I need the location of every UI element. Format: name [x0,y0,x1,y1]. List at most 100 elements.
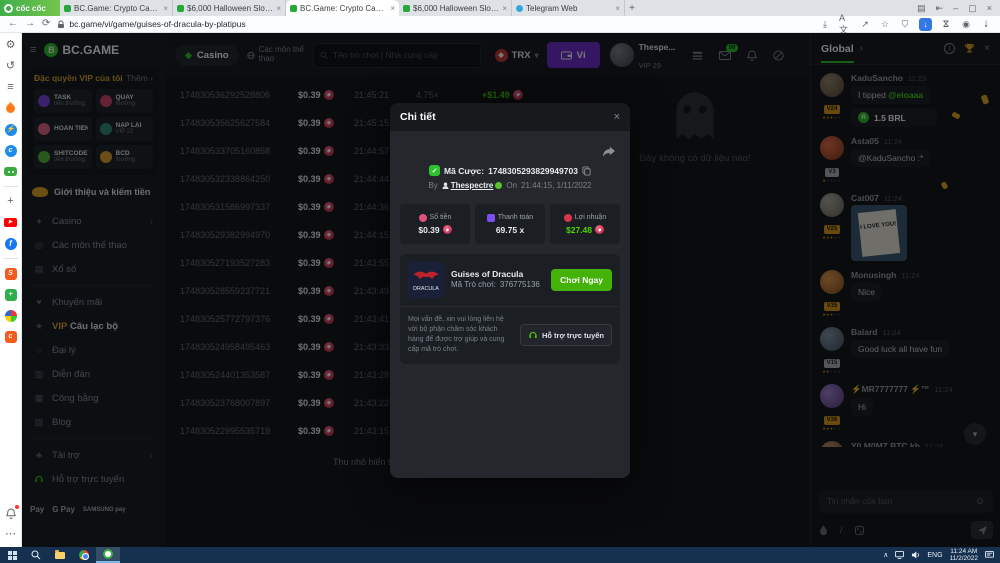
back-button[interactable]: ← [8,19,18,29]
svg-text:DRACULA: DRACULA [413,286,439,292]
file-explorer-button[interactable] [48,547,72,563]
history-icon[interactable]: ↺ [4,60,17,73]
system-tray: ∧ ENG 11:24 AM11/2/2022 [877,548,1000,563]
bet-id-value: 1748305293829949703 [488,166,578,176]
tab-telegram[interactable]: Telegram Web× [512,0,625,16]
windows-taskbar: ∧ ENG 11:24 AM11/2/2022 [0,547,1000,563]
facebook-icon[interactable]: f [4,237,17,250]
browser-side-strip: ⚙ ↺ ≡ ⚡ c + ▶ f S + c ⋯ [0,33,22,547]
modal-close-icon[interactable]: × [614,111,620,123]
screen: cốc cốc BC.Game: Crypto Casino Gan× $6,0… [0,0,1000,563]
taskbar-search-button[interactable] [24,547,48,563]
modal-header: Chi tiết × [390,103,630,131]
sidepanel-icon[interactable]: ▤ [917,3,926,14]
save-page-icon[interactable]: ⤓ [819,18,831,30]
modal-title: Chi tiết [400,111,436,123]
bcgame-favicon [177,5,184,12]
user-icon [442,182,449,189]
game-thumbnail[interactable]: DRACULA [408,262,444,298]
youtube-icon[interactable]: ▶ [4,216,17,229]
bcgame-page: ≡ BBC.GAME Đặc quyền VIP của tôiThêm › T… [22,33,1000,547]
hot-trends-icon[interactable] [4,102,17,115]
tray-expand-icon[interactable]: ∧ [883,551,888,559]
tab-halloween-2[interactable]: $6,000 Halloween Slot Battl× [399,0,512,16]
game-id: 376775136 [500,280,540,290]
tab-search-icon[interactable]: ⇤ [936,3,944,14]
reload-button[interactable]: ⟳ [42,19,50,29]
cart-icon[interactable]: c [4,330,17,343]
game-card: DRACULA Guises of Dracula Mã Trò chơi:37… [400,254,620,364]
bet-author-line: By Thespectre On 21:44:15, 1/11/2022 [390,181,630,190]
bet-stats: Số tiền $0.39◆ Thanh toán 69.75 x Lợi nh… [390,204,630,244]
shopee-icon[interactable]: S [4,267,17,280]
gift-icon[interactable]: + [4,288,17,301]
telegram-favicon [516,5,523,12]
tab-halloween-1[interactable]: $6,000 Halloween Slot Battle× [173,0,286,16]
maximize-button[interactable]: ▢ [968,3,977,14]
chrome-button[interactable] [72,547,96,563]
coccoc-logo-icon [4,4,13,13]
bcgame-favicon [403,5,410,12]
tab-close-icon[interactable]: × [615,4,620,13]
bookmark-star-icon[interactable]: ☆ [879,18,891,30]
bet-id-line: ✓ Mã Cược: 1748305293829949703 [390,165,630,176]
url-text: bc.game/vi/game/guises-of-dracula-by-pla… [69,19,245,29]
download-active-icon[interactable]: ↓ [919,18,932,31]
frog-emoji-icon [495,182,502,189]
share-bet-icon[interactable] [602,145,616,157]
feed-icon[interactable]: ≡ [4,81,17,94]
tray-display-icon[interactable] [895,551,904,559]
games-icon[interactable] [4,165,17,178]
tab-close-icon[interactable]: × [163,4,168,13]
settings-gear-icon[interactable]: ⚙ [4,39,17,52]
action-center-icon[interactable] [985,551,994,559]
browser-toolbar: ← → ⟳ bc.game/vi/game/guises-of-dracula-… [0,16,1000,33]
tab-close-icon[interactable]: × [390,4,395,13]
close-button[interactable]: × [987,3,992,13]
messenger-icon[interactable]: ⚡ [4,123,17,136]
coccoc-button[interactable] [96,547,120,563]
profit-icon [564,214,572,222]
bet-details-modal: Chi tiết × ✓ Mã Cược: 174830529382994970… [390,103,630,478]
copy-icon[interactable] [582,166,591,176]
sticker-icon[interactable] [4,309,17,322]
headset-icon [528,330,538,340]
bet-datetime: 21:44:15, 1/11/2022 [521,181,592,190]
extensions-icon[interactable]: ⴵ [940,18,952,30]
minimize-button[interactable]: – [953,3,958,13]
new-tab-button[interactable]: + [625,0,639,16]
bcgame-favicon [64,5,71,12]
add-shortcut-icon[interactable]: + [4,195,17,208]
more-menu-icon[interactable]: ⋯ [4,528,17,541]
tab-close-icon[interactable]: × [276,4,281,13]
browser-brand: cốc cốc [0,0,60,16]
play-now-button[interactable]: Chơi Ngay [551,269,612,291]
tab-close-icon[interactable]: × [502,4,507,13]
player-link[interactable]: Thespectre [442,181,503,190]
start-button[interactable] [0,547,24,563]
brand-label: cốc cốc [16,4,46,13]
notifications-bell-icon[interactable] [4,507,17,520]
game-title: Guises of Dracula [451,269,544,280]
tray-volume-icon[interactable] [911,551,920,559]
translate-icon[interactable]: A文 [839,18,851,30]
zalo-icon[interactable]: c [4,144,17,157]
stat-profit: Lợi nhuận $27.48◆ [550,204,620,244]
live-support-button[interactable]: Hỗ trợ trực tuyến [520,324,612,346]
adblock-shield-icon[interactable]: ⛉ [899,18,911,30]
address-bar[interactable]: bc.game/vi/game/guises-of-dracula-by-pla… [57,19,812,29]
tab-bcgame-2-active[interactable]: BC.Game: Crypto Casino Gan× [286,0,399,16]
amount-coin-icon [419,214,427,222]
profile-icon[interactable]: ◉ [960,18,972,30]
tab-bcgame-1[interactable]: BC.Game: Crypto Casino Gan× [60,0,173,16]
taskbar-clock[interactable]: 11:24 AM11/2/2022 [950,548,978,563]
lock-icon [57,20,65,29]
forward-button[interactable]: → [25,19,35,29]
card-icon [487,214,495,222]
downloads-tray-icon[interactable]: ⭣ [980,18,992,30]
share-icon[interactable]: ↗ [859,18,871,30]
stat-amount: Số tiền $0.39◆ [400,204,470,244]
stat-payout: Thanh toán 69.75 x [475,204,545,244]
language-indicator[interactable]: ENG [927,552,942,559]
coin-icon: ◆ [595,225,604,234]
